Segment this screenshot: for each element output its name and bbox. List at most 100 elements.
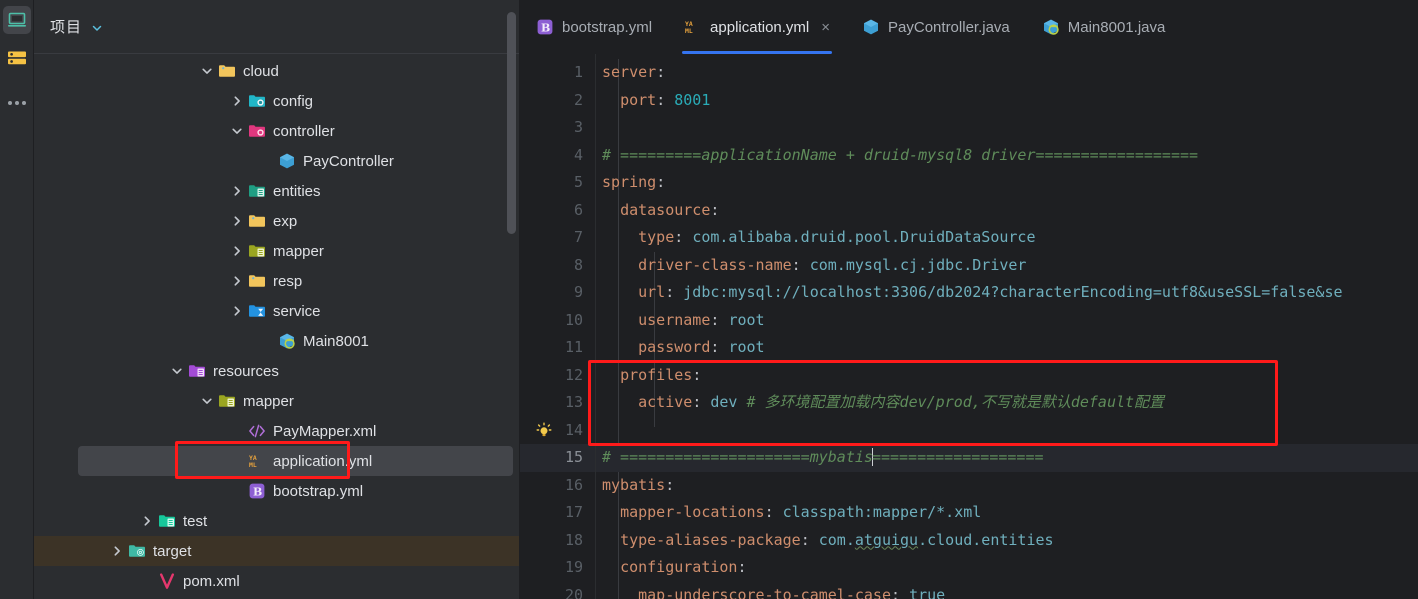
tree-item-resp[interactable]: resp — [34, 266, 519, 296]
editor-tab-application-yml[interactable]: YA ML application.yml × — [668, 0, 846, 54]
code-line[interactable]: type-aliases-package: com.atguigu.cloud.… — [596, 527, 1418, 555]
code-line[interactable]: driver-class-name: com.mysql.cj.jdbc.Dri… — [596, 252, 1418, 280]
line-number[interactable]: 5 — [520, 169, 595, 197]
line-number[interactable]: 19 — [520, 554, 595, 582]
code-line[interactable] — [596, 417, 1418, 445]
code-line[interactable]: # =========applicationName + druid-mysql… — [596, 142, 1418, 170]
editor-tab-main8001-java[interactable]: Main8001.java — [1026, 0, 1182, 54]
tree-item-mapper[interactable]: mapper — [34, 236, 519, 266]
code-token: root — [728, 310, 765, 329]
project-view-icon[interactable] — [2, 6, 31, 34]
line-number[interactable]: 17 — [520, 499, 595, 527]
project-tree[interactable]: cloud config controller PayController entiti… — [34, 54, 519, 599]
chevron-down-icon[interactable] — [91, 21, 103, 33]
chevron-right-icon[interactable] — [228, 272, 246, 290]
line-number[interactable]: 2 — [520, 87, 595, 115]
code-line[interactable]: # =====================mybatis==========… — [596, 444, 1418, 472]
line-number[interactable]: 10 — [520, 307, 595, 335]
code-line[interactable]: password: root — [596, 334, 1418, 362]
line-number[interactable]: 20 — [520, 582, 595, 599]
project-tree-scrollbar[interactable] — [507, 12, 516, 234]
code-line[interactable]: port: 8001 — [596, 87, 1418, 115]
chevron-right-icon[interactable] — [228, 92, 246, 110]
editor-tab-bar[interactable]: Bbootstrap.yml YA ML application.yml × PayCon… — [520, 0, 1418, 54]
tree-item-config[interactable]: config — [34, 86, 519, 116]
chevron-down-icon[interactable] — [228, 122, 246, 140]
tree-item-resources[interactable]: resources — [34, 356, 519, 386]
code-line[interactable]: server: — [596, 59, 1418, 87]
spring-boot-class-icon — [278, 332, 296, 350]
code-line[interactable]: datasource: — [596, 197, 1418, 225]
tree-item-entities[interactable]: entities — [34, 176, 519, 206]
editor-tab-paycontroller-java[interactable]: PayController.java — [846, 0, 1026, 54]
code-token: : — [737, 558, 747, 576]
line-number[interactable]: 16 — [520, 472, 595, 500]
code-token: : — [665, 475, 675, 494]
tree-item-application-yml[interactable]: YA ML application.yml — [78, 446, 513, 476]
code-token: =================== — [871, 448, 1044, 466]
close-icon[interactable]: × — [821, 20, 830, 35]
more-tool-windows-icon[interactable] — [3, 82, 31, 110]
chevron-right-icon[interactable] — [228, 242, 246, 260]
tree-item-paymapper-xml[interactable]: PayMapper.xml — [34, 416, 519, 446]
line-number[interactable]: 11 — [520, 334, 595, 362]
tree-item-bootstrap-yml[interactable]: Bbootstrap.yml — [34, 476, 519, 506]
chevron-down-icon[interactable] — [168, 362, 186, 380]
line-number[interactable]: 9 — [520, 279, 595, 307]
tree-item-exp[interactable]: exp — [34, 206, 519, 236]
chevron-down-icon[interactable] — [198, 62, 216, 80]
tree-item-label: exp — [273, 212, 298, 230]
chevron-right-icon[interactable] — [138, 512, 156, 530]
line-number[interactable]: 12 — [520, 362, 595, 390]
code-token: root — [728, 338, 765, 356]
chevron-down-icon[interactable] — [198, 392, 216, 410]
code-line[interactable]: map-underscore-to-camel-case: true — [596, 582, 1418, 599]
tree-item-mapper[interactable]: mapper — [34, 386, 519, 416]
folder-olive-lines-icon — [248, 242, 266, 260]
code-line[interactable]: spring: — [596, 169, 1418, 197]
code-line[interactable]: username: root — [596, 307, 1418, 335]
editor-code[interactable]: server: port: 8001 # =========application… — [595, 54, 1418, 599]
line-number[interactable]: 18 — [520, 527, 595, 555]
code-line[interactable]: active: dev # 多环境配置加载内容dev/prod,不写就是默认de… — [596, 389, 1418, 417]
code-line[interactable] — [596, 114, 1418, 142]
line-number[interactable]: 15 — [520, 444, 595, 472]
line-number[interactable]: 1 — [520, 59, 595, 87]
intention-bulb-icon[interactable] — [530, 417, 558, 445]
tree-item-label: resp — [273, 272, 303, 290]
code-line[interactable]: profiles: — [596, 362, 1418, 390]
line-number[interactable]: 13 — [520, 389, 595, 417]
code-line[interactable]: mapper-locations: classpath:mapper/*.xml — [596, 499, 1418, 527]
tree-item-main8001[interactable]: Main8001 — [34, 326, 519, 356]
line-number[interactable]: 4 — [520, 142, 595, 170]
line-number[interactable]: 6 — [520, 197, 595, 225]
line-number[interactable]: 7 — [520, 224, 595, 252]
folder-yellow-icon — [248, 212, 266, 230]
line-number[interactable]: 3 — [520, 114, 595, 142]
tree-item-cloud[interactable]: cloud — [34, 56, 519, 86]
line-number[interactable]: 8 — [520, 252, 595, 280]
tree-item-paycontroller[interactable]: PayController — [34, 146, 519, 176]
chevron-right-icon[interactable] — [108, 542, 126, 560]
code-line[interactable]: configuration: — [596, 554, 1418, 582]
code-line[interactable]: type: com.alibaba.druid.pool.DruidDataSo… — [596, 224, 1418, 252]
commit-icon[interactable] — [3, 44, 31, 72]
editor-gutter[interactable]: 1 2 3 4 5 6 7 8 9 10 11 12 13 14 15 16 17 18 19 20 — [520, 54, 595, 599]
project-panel-header[interactable]: 项目 — [34, 0, 519, 54]
editor-tab-label: bootstrap.yml — [562, 18, 653, 36]
tree-item-target[interactable]: target — [34, 536, 519, 566]
chevron-right-icon[interactable] — [228, 302, 246, 320]
tree-item-test[interactable]: test — [34, 506, 519, 536]
code-line[interactable]: url: jdbc:mysql://localhost:3306/db2024?… — [596, 279, 1418, 307]
chevron-right-icon[interactable] — [228, 182, 246, 200]
tree-item-service[interactable]: service — [34, 296, 519, 326]
code-editor[interactable]: 1 2 3 4 5 6 7 8 9 10 11 12 13 14 15 16 17 18 19 20 server: … — [520, 54, 1418, 599]
idea-window: 项目 cloud config controller PayController ent… — [0, 0, 1418, 599]
chevron-right-icon[interactable] — [228, 212, 246, 230]
code-line[interactable]: mybatis: — [596, 472, 1418, 500]
tree-item-pom-xml[interactable]: pom.xml — [34, 566, 519, 596]
editor-tab-bootstrap-yml[interactable]: Bbootstrap.yml — [520, 0, 668, 54]
line-number[interactable]: 14 — [520, 417, 595, 445]
tree-item-controller[interactable]: controller — [34, 116, 519, 146]
